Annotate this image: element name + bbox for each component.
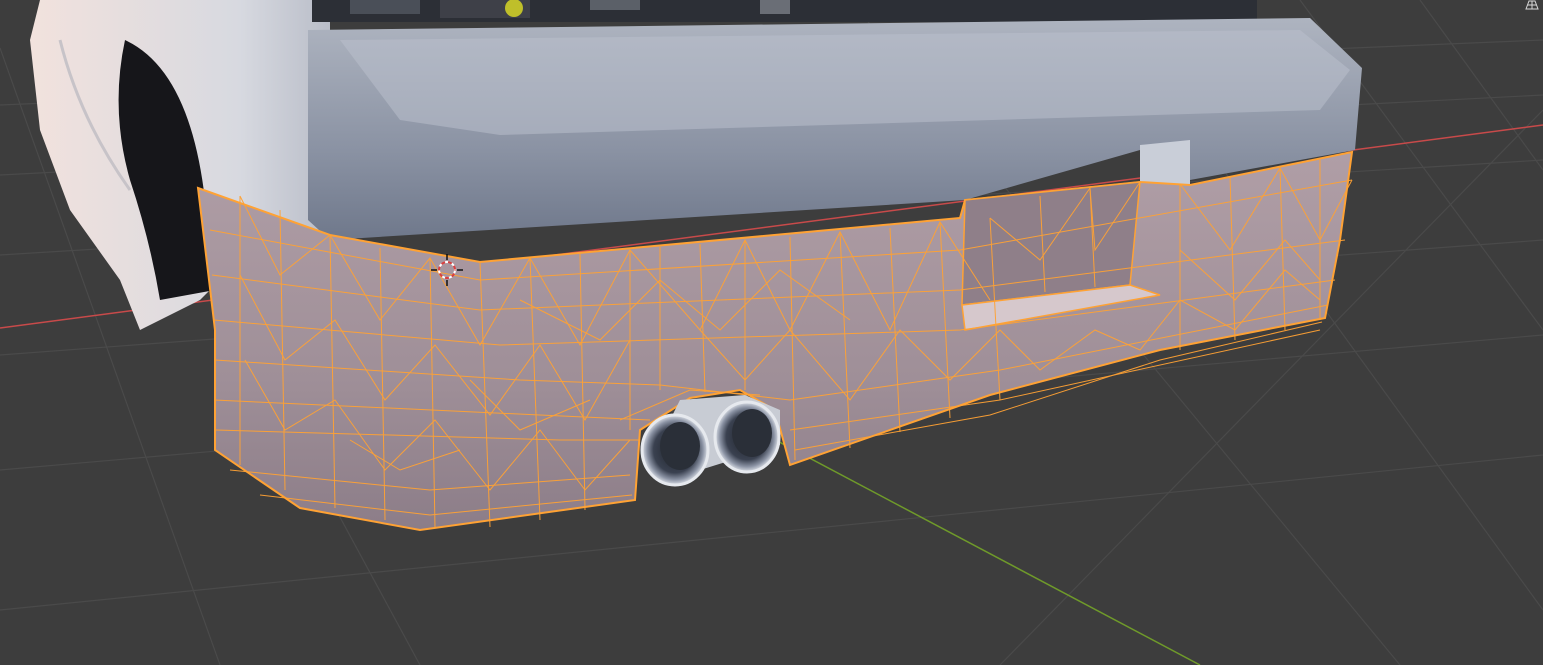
viewport-scene[interactable]	[0, 0, 1543, 665]
3d-viewport[interactable]	[0, 0, 1543, 665]
navigation-gizmo-icon[interactable]	[1525, 0, 1539, 10]
plate-recess-top	[1140, 140, 1190, 185]
